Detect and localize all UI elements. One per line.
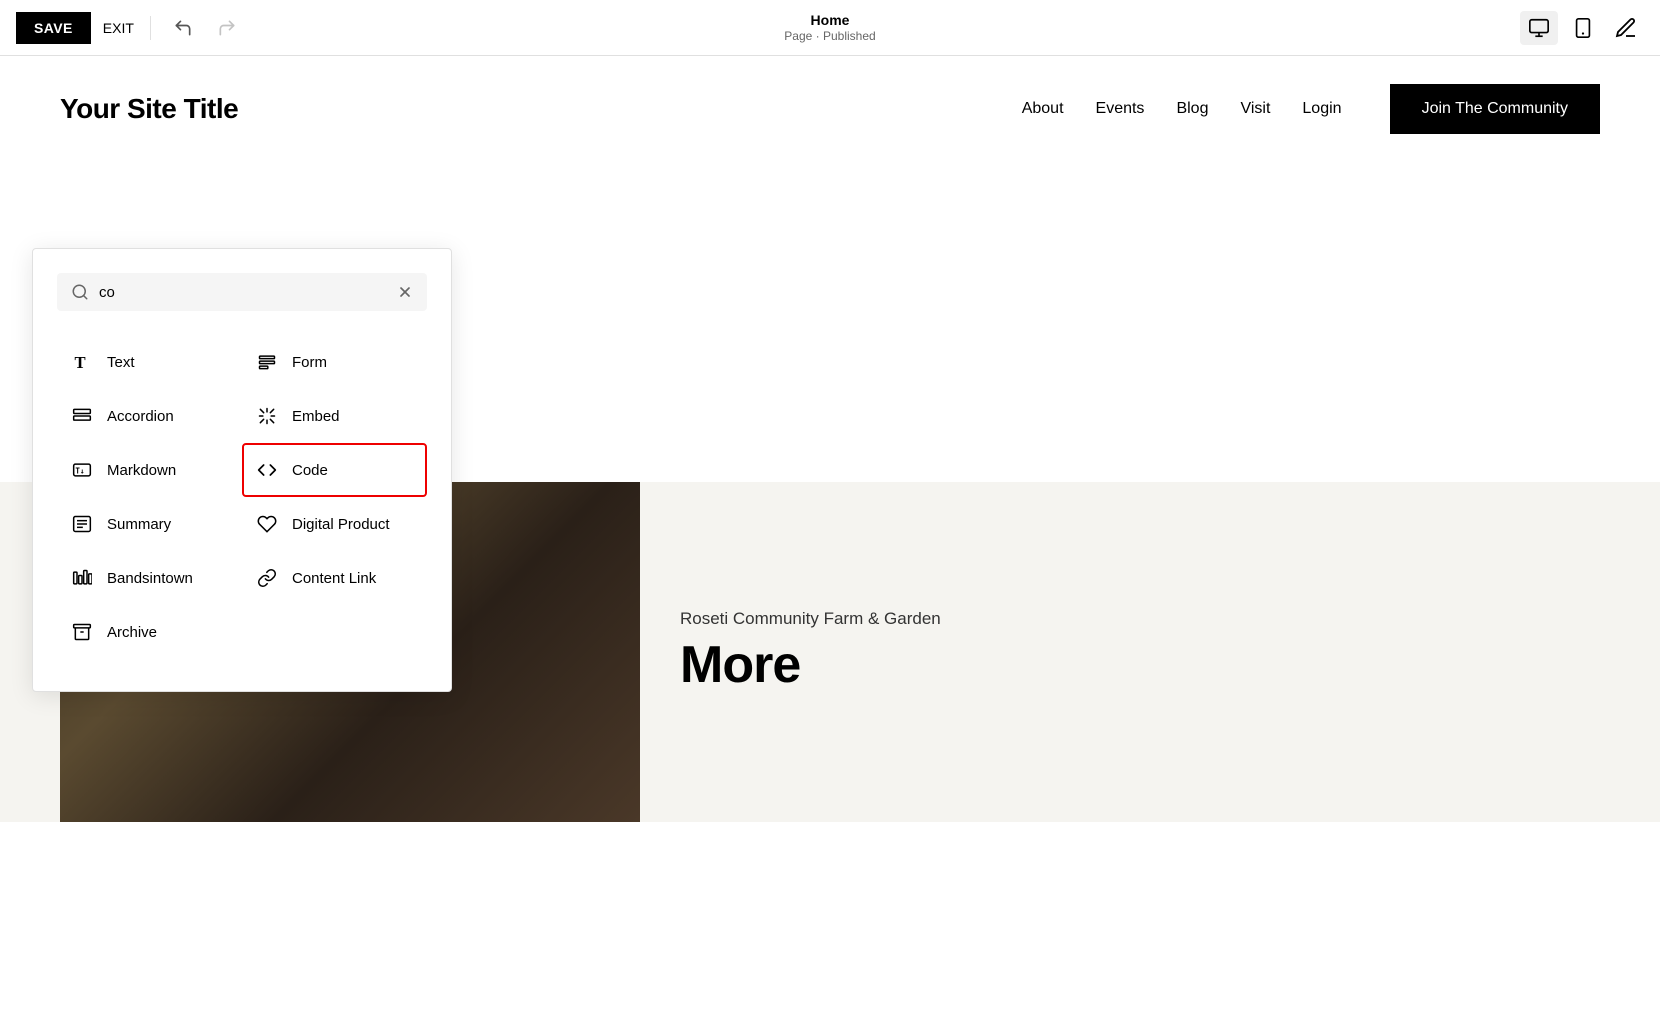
toolbar-right xyxy=(1520,10,1644,46)
nav-link-visit[interactable]: Visit xyxy=(1240,100,1270,118)
text-icon: T xyxy=(71,351,93,373)
block-label-content-link: Content Link xyxy=(292,570,376,587)
bandsintown-icon xyxy=(71,567,93,589)
block-label-archive: Archive xyxy=(107,624,157,641)
undo-button[interactable] xyxy=(167,12,199,44)
content-area: T Text Form xyxy=(0,162,1660,482)
page-title: Home xyxy=(784,12,875,29)
block-label-accordion: Accordion xyxy=(107,408,174,425)
nav-link-about[interactable]: About xyxy=(1022,100,1064,118)
desktop-view-button[interactable] xyxy=(1520,11,1558,45)
block-item-form[interactable]: Form xyxy=(242,335,427,389)
site-nav: About Events Blog Visit Login Join The C… xyxy=(1022,84,1600,134)
block-item-markdown[interactable]: T↓ Markdown xyxy=(57,443,242,497)
block-label-form: Form xyxy=(292,354,327,371)
block-item-content-link[interactable]: Content Link xyxy=(242,551,427,605)
accordion-icon xyxy=(71,405,93,427)
code-icon xyxy=(256,459,278,481)
block-grid: T Text Form xyxy=(57,335,427,659)
block-item-digital-product[interactable]: Digital Product xyxy=(242,497,427,551)
block-label-markdown: Markdown xyxy=(107,462,176,479)
block-label-bandsintown: Bandsintown xyxy=(107,570,193,587)
search-input[interactable] xyxy=(99,284,387,301)
mobile-view-button[interactable] xyxy=(1564,11,1602,45)
svg-text:T↓: T↓ xyxy=(75,466,84,475)
form-icon xyxy=(256,351,278,373)
nav-link-events[interactable]: Events xyxy=(1096,100,1145,118)
search-icon xyxy=(71,283,89,301)
block-label-text: Text xyxy=(107,354,135,371)
site-logo: Your Site Title xyxy=(60,93,238,125)
search-clear-button[interactable] xyxy=(397,284,413,300)
nav-link-login[interactable]: Login xyxy=(1302,100,1341,118)
site-header: Your Site Title About Events Blog Visit … xyxy=(0,56,1660,162)
page-status: Page · Published xyxy=(784,29,875,43)
content-link-icon xyxy=(256,567,278,589)
embed-icon xyxy=(256,405,278,427)
block-item-code[interactable]: Code xyxy=(242,443,427,497)
site-preview: Your Site Title About Events Blog Visit … xyxy=(0,56,1660,822)
block-label-summary: Summary xyxy=(107,516,171,533)
block-picker-panel: T Text Form xyxy=(32,248,452,692)
digital-product-icon xyxy=(256,513,278,535)
block-item-archive[interactable]: Archive xyxy=(57,605,242,659)
block-label-embed: Embed xyxy=(292,408,340,425)
redo-button[interactable] xyxy=(211,12,243,44)
toolbar: SAVE EXIT Home Page · Published xyxy=(0,0,1660,56)
toolbar-divider xyxy=(150,16,151,40)
search-box xyxy=(57,273,427,311)
block-label-digital-product: Digital Product xyxy=(292,516,390,533)
markdown-icon: T↓ xyxy=(71,459,93,481)
block-item-accordion[interactable]: Accordion xyxy=(57,389,242,443)
archive-icon xyxy=(71,621,93,643)
join-community-button[interactable]: Join The Community xyxy=(1390,84,1600,134)
block-item-embed[interactable]: Embed xyxy=(242,389,427,443)
nav-link-blog[interactable]: Blog xyxy=(1176,100,1208,118)
page-info: Home Page · Published xyxy=(784,12,875,43)
exit-button[interactable]: EXIT xyxy=(103,20,134,36)
save-button[interactable]: SAVE xyxy=(16,12,91,44)
edit-tools-button[interactable] xyxy=(1608,10,1644,46)
svg-text:T: T xyxy=(75,353,86,372)
below-fold-subtitle: Roseti Community Farm & Garden xyxy=(680,609,1580,629)
block-label-code: Code xyxy=(292,462,328,479)
summary-icon xyxy=(71,513,93,535)
below-fold-title: More xyxy=(680,637,1580,694)
block-item-text[interactable]: T Text xyxy=(57,335,242,389)
block-item-bandsintown[interactable]: Bandsintown xyxy=(57,551,242,605)
block-item-summary[interactable]: Summary xyxy=(57,497,242,551)
